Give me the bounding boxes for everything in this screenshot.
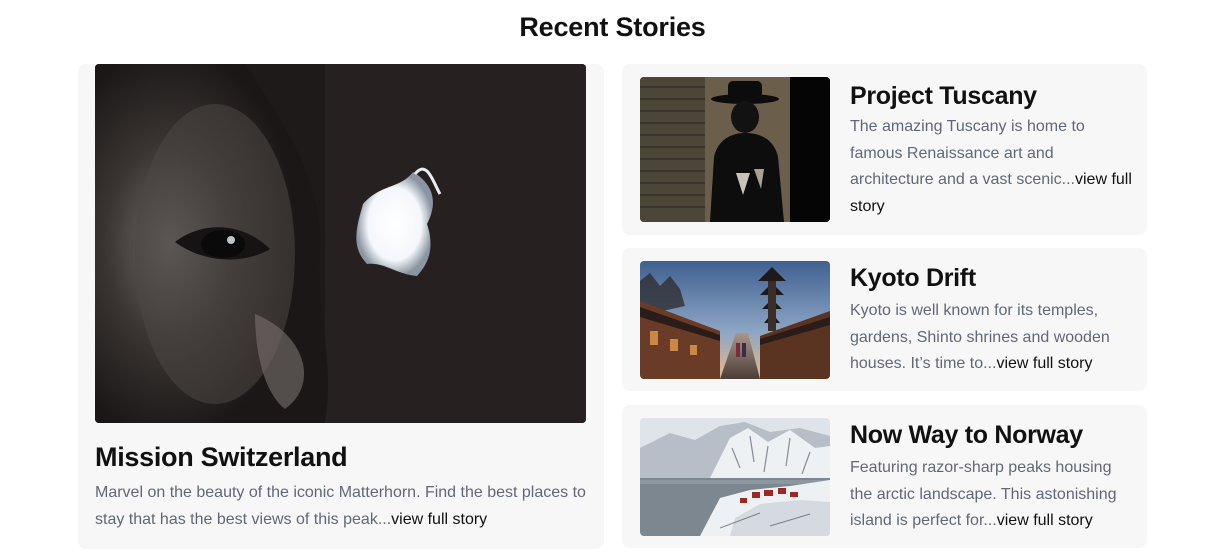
featured-story-description: Marvel on the beauty of the iconic Matte…	[95, 479, 590, 533]
story-card-kyoto-drift[interactable]: Kyoto Drift Kyoto is well known for its …	[622, 248, 1147, 391]
featured-story-excerpt: Marvel on the beauty of the iconic Matte…	[95, 484, 586, 528]
story-description: Featuring razor-sharp peaks housing the …	[850, 455, 1135, 535]
story-image[interactable]	[640, 77, 830, 222]
story-card-now-way-to-norway[interactable]: Now Way to Norway Featuring razor-sharp …	[622, 405, 1147, 548]
story-description: Kyoto is well known for its temples, gar…	[850, 298, 1135, 378]
view-full-story-link[interactable]: view full story	[996, 355, 1092, 372]
story-title[interactable]: Project Tuscany	[850, 82, 1135, 111]
person-peering-through-hole-photo	[95, 64, 586, 423]
kyoto-street-pagoda-photo	[640, 261, 830, 379]
featured-story-card[interactable]: Mission Switzerland Marvel on the beauty…	[78, 64, 604, 549]
featured-view-full-story-link[interactable]: view full story	[391, 511, 487, 528]
story-image[interactable]	[640, 261, 830, 379]
story-image[interactable]	[640, 418, 830, 536]
story-title[interactable]: Now Way to Norway	[850, 421, 1135, 450]
story-description: The amazing Tuscany is home to famous Re…	[850, 114, 1135, 220]
story-title[interactable]: Kyoto Drift	[850, 264, 1135, 293]
view-full-story-link[interactable]: view full story	[997, 512, 1093, 529]
featured-story-image[interactable]	[95, 64, 586, 423]
featured-story-title[interactable]: Mission Switzerland	[95, 442, 590, 473]
section-title: Recent Stories	[519, 12, 706, 42]
man-in-hat-shadow-photo	[640, 77, 830, 222]
recent-stories-page: Recent Stories Mission Switzerland Marve…	[0, 0, 1225, 553]
story-excerpt: The amazing Tuscany is home to famous Re…	[850, 118, 1085, 189]
snowy-norway-fjord-photo	[640, 418, 830, 536]
story-card-project-tuscany[interactable]: Project Tuscany The amazing Tuscany is h…	[622, 64, 1147, 235]
